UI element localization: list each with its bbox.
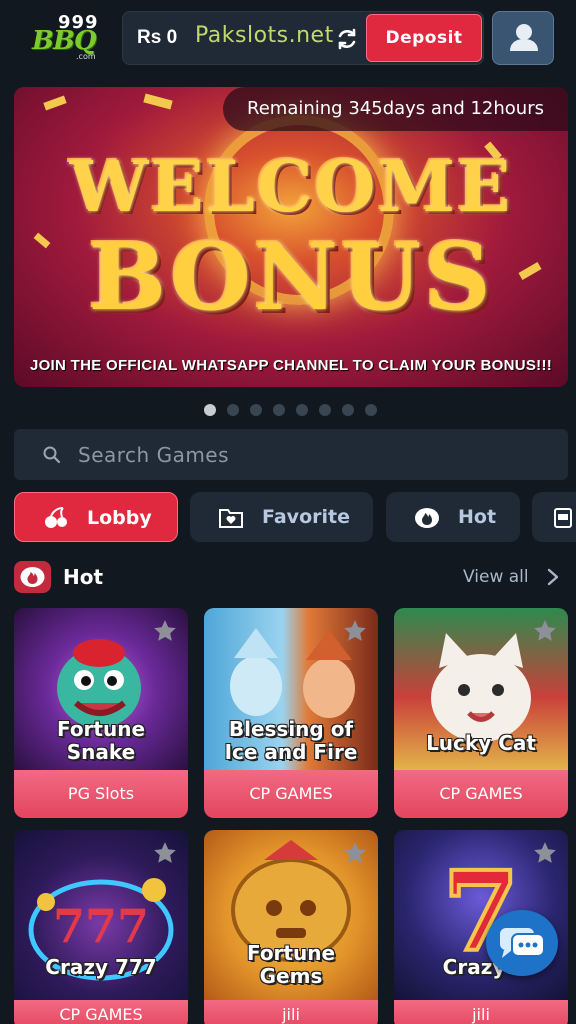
tab-lobby[interactable]: Lobby <box>14 492 178 542</box>
promo-countdown: Remaining 345days and 12hours <box>223 87 568 131</box>
banner-headline-welcome: WELCOME <box>69 145 513 228</box>
favorite-star-icon[interactable] <box>532 840 558 866</box>
game-title-line: Lucky Cat <box>426 731 536 755</box>
game-provider: CP GAMES <box>59 1005 143 1024</box>
tab-favorite[interactable]: Favorite <box>190 492 373 542</box>
carousel-dot[interactable] <box>365 404 377 416</box>
favorite-star-icon[interactable] <box>342 840 368 866</box>
game-title-line: Blessing of <box>228 717 354 741</box>
game-card-lucky-cat[interactable]: Lucky Cat CP GAMES <box>394 608 568 818</box>
section-title: Hot <box>63 565 104 589</box>
chevron-right-icon[interactable] <box>546 568 560 586</box>
game-card-blessing-ice-fire[interactable]: Blessing of Ice and Fire CP GAMES <box>204 608 378 818</box>
view-all-link[interactable]: View all <box>463 561 529 593</box>
game-title: Crazy 777 <box>14 956 188 979</box>
carousel-dot[interactable] <box>319 404 331 416</box>
tab-label: Favorite <box>262 506 350 528</box>
game-title: Fortune Gems <box>204 942 378 988</box>
deposit-button[interactable]: Deposit <box>366 14 482 62</box>
game-title: Blessing of Ice and Fire <box>204 718 378 764</box>
favorite-star-icon[interactable] <box>532 618 558 644</box>
game-title-line: Fortune <box>246 941 336 965</box>
carousel-dot[interactable] <box>250 404 262 416</box>
game-title-line: Crazy 777 <box>45 955 157 979</box>
fire-icon <box>415 508 439 528</box>
provider-bar: CP GAMES <box>394 770 568 818</box>
wallet-panel: Rs 0 Pakslots.net Deposit <box>122 11 484 65</box>
brand-logo[interactable]: 999 BBQ .com <box>32 12 104 61</box>
svg-text:777: 777 <box>53 899 149 953</box>
game-card-fortune-snake[interactable]: Fortune Snake PG Slots <box>14 608 188 818</box>
carousel-indicator <box>204 404 377 416</box>
banner-caption: JOIN THE OFFICIAL WHATSAPP CHANNEL TO CL… <box>29 357 553 374</box>
search-input[interactable] <box>78 429 538 480</box>
game-provider: jili <box>282 1005 300 1024</box>
live-chat-button[interactable] <box>486 910 558 976</box>
game-card-fortune-gems[interactable]: Fortune Gems jili <box>204 830 378 1024</box>
game-title-line: Snake <box>66 740 136 764</box>
cherry-icon <box>45 507 67 528</box>
carousel-dot[interactable] <box>227 404 239 416</box>
game-title: Lucky Cat <box>394 732 568 755</box>
confetti-decoration <box>143 93 173 110</box>
tab-label: Lobby <box>87 507 152 529</box>
promo-banner[interactable]: Remaining 345days and 12hours WELCOME BO… <box>14 87 568 387</box>
confetti-decoration <box>43 95 67 111</box>
carousel-dot[interactable] <box>204 404 216 416</box>
provider-bar: PG Slots <box>14 770 188 818</box>
site-name-watermark: Pakslots.net <box>195 23 334 48</box>
carousel-dot[interactable] <box>296 404 308 416</box>
game-title-line: Ice and Fire <box>224 740 358 764</box>
tab-slots[interactable] <box>532 492 576 542</box>
search-bar[interactable] <box>14 429 568 480</box>
provider-bar: CP GAMES <box>14 1000 188 1024</box>
provider-bar: jili <box>394 1000 568 1024</box>
logo-domain: .com <box>76 52 96 61</box>
hot-section-icon <box>14 561 51 593</box>
heart-folder-icon <box>219 509 243 528</box>
game-provider: CP GAMES <box>439 784 523 803</box>
game-card-crazy-777[interactable]: 777 Crazy 777 CP GAMES <box>14 830 188 1024</box>
tab-label: Hot <box>458 506 497 528</box>
slot-machine-icon <box>554 508 572 528</box>
refresh-icon[interactable] <box>335 27 359 51</box>
balance-amount: Rs 0 <box>137 27 178 48</box>
game-provider: jili <box>472 1005 490 1024</box>
carousel-dot[interactable] <box>273 404 285 416</box>
search-icon <box>43 446 61 464</box>
game-provider: PG Slots <box>67 784 135 803</box>
provider-bar: jili <box>204 1000 378 1024</box>
banner-headline-bonus: BONUS <box>88 223 494 331</box>
chat-bubble-icon <box>500 928 545 958</box>
provider-bar: CP GAMES <box>204 770 378 818</box>
top-bar: 999 BBQ .com Rs 0 Pakslots.net Deposit <box>0 0 576 76</box>
game-title: Fortune Snake <box>14 718 188 764</box>
user-account-button[interactable] <box>492 11 554 65</box>
favorite-star-icon[interactable] <box>342 618 368 644</box>
tab-hot[interactable]: Hot <box>386 492 520 542</box>
game-provider: CP GAMES <box>249 784 333 803</box>
carousel-dot[interactable] <box>342 404 354 416</box>
user-icon <box>510 24 538 51</box>
game-title-line: Fortune <box>56 717 146 741</box>
favorite-star-icon[interactable] <box>152 618 178 644</box>
game-title-line: Gems <box>259 964 323 988</box>
favorite-star-icon[interactable] <box>152 840 178 866</box>
